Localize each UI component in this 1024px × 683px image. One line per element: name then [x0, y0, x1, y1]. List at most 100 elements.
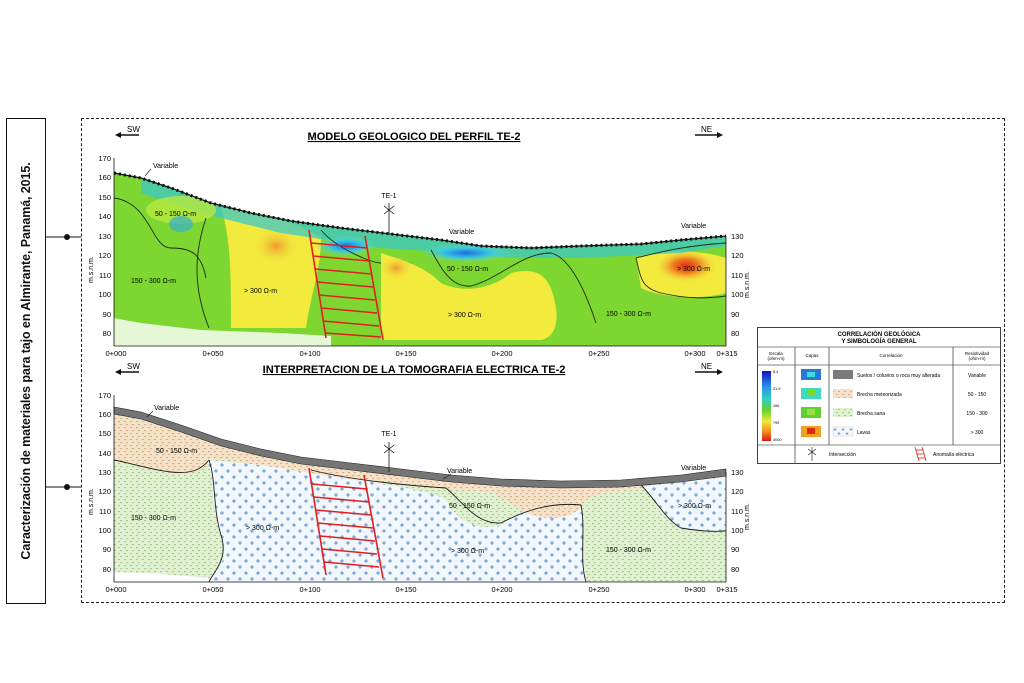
svg-text:110: 110 [99, 507, 111, 516]
svg-text:166: 166 [773, 404, 779, 408]
top-panel-title: MODELO GEOLOGICO DEL PERFIL TE-2 [308, 131, 521, 143]
legend-row-4-value: > 300 [971, 430, 984, 436]
ne-direction-arrow-bottom: NE [695, 362, 723, 375]
svg-text:0+250: 0+250 [588, 349, 609, 358]
svg-text:TE-1: TE-1 [381, 431, 396, 438]
svg-text:0+100: 0+100 [299, 585, 320, 594]
svg-text:799: 799 [773, 421, 779, 425]
svg-text:100: 100 [98, 526, 111, 535]
svg-text:130: 130 [98, 232, 111, 241]
label-r300-c-bottom: > 300 Ω-m [678, 503, 711, 510]
svg-text:100: 100 [731, 526, 744, 535]
svg-text:4000: 4000 [773, 438, 781, 442]
svg-text:90: 90 [103, 310, 111, 319]
label-r300-b: > 300 Ω-m [448, 312, 481, 319]
label-r300-c: > 300 Ω-m [677, 266, 710, 273]
legend-intersection-label: Intersección [829, 452, 856, 458]
legend-title-1: CORRELACIÓN GEOLÓGICA [837, 330, 921, 338]
svg-text:0+000: 0+000 [105, 349, 126, 358]
label-r300-b-bottom: > 300 Ω-m [451, 548, 484, 555]
legend-row-4-name: Lavas [857, 430, 871, 436]
sw-direction-arrow-bottom: SW [115, 362, 140, 375]
svg-text:0+150: 0+150 [395, 349, 416, 358]
svg-text:150: 150 [98, 429, 111, 438]
geologic-interpretation [114, 410, 726, 582]
legend-row-2-name: Brecha meteorizada [857, 392, 902, 398]
legend-row-1-name: Suelos / coluvios o roca muy alterada [857, 373, 940, 379]
tomography-model [114, 173, 726, 346]
svg-text:120: 120 [731, 487, 744, 496]
svg-text:170: 170 [98, 154, 111, 163]
svg-text:130: 130 [731, 468, 744, 477]
svg-text:130: 130 [731, 232, 744, 241]
svg-text:100: 100 [98, 290, 111, 299]
svg-text:SW: SW [127, 125, 140, 134]
svg-text:0+250: 0+250 [588, 585, 609, 594]
legend-breccia-sound-swatch [833, 408, 853, 417]
label-variable-1-bottom: Variable [154, 405, 179, 412]
top-x-axis: 0+000 0+050 0+100 0+150 0+200 0+250 0+30… [105, 345, 738, 358]
svg-text:0+050: 0+050 [202, 585, 223, 594]
legend-header-resistividad-unit: (ohm-m) [969, 356, 986, 361]
label-r50-150-b: 50 - 150 Ω-m [447, 266, 488, 273]
legend-row-2-value: 50 - 150 [968, 392, 987, 398]
svg-text:0+315: 0+315 [716, 585, 737, 594]
svg-text:0+000: 0+000 [105, 585, 126, 594]
label-variable-1: Variable [153, 163, 178, 170]
legend-row-1-value: Variable [968, 373, 986, 379]
svg-text:NE: NE [701, 125, 712, 134]
label-variable-2: Variable [449, 229, 474, 236]
top-y-axis-right: 130 120 110 100 90 80 [725, 232, 744, 346]
svg-text:110: 110 [731, 271, 743, 280]
label-variable-3-bottom: Variable [681, 465, 706, 472]
ne-direction-arrow: NE [695, 125, 723, 138]
legend-anomaly-label: Anomalía eléctrica [933, 452, 974, 458]
label-r150-300-right: 150 - 300 Ω-m [606, 311, 651, 318]
top-panel: MODELO GEOLOGICO DEL PERFIL TE-2 SW NE T… [88, 125, 751, 358]
top-y-axis-label: m.s.n.m. [88, 256, 95, 283]
svg-text:0+315: 0+315 [716, 349, 737, 358]
svg-text:120: 120 [98, 487, 111, 496]
svg-text:0+050: 0+050 [202, 349, 223, 358]
svg-text:NE: NE [701, 362, 712, 371]
label-r150-300-right-bottom: 150 - 300 Ω-m [606, 547, 651, 554]
svg-text:150: 150 [98, 193, 111, 202]
legend-box: CORRELACIÓN GEOLÓGICA Y SIMBOLOGÍA GENER… [757, 327, 1001, 464]
sw-direction-arrow: SW [115, 125, 140, 138]
label-r150-300-left-bottom: 150 - 300 Ω-m [131, 515, 176, 522]
svg-text:TE-1: TE-1 [381, 193, 396, 200]
legend-lava-swatch [832, 426, 854, 437]
svg-text:0+150: 0+150 [395, 585, 416, 594]
svg-text:SW: SW [127, 362, 140, 371]
svg-text:120: 120 [98, 251, 111, 260]
bottom-y-axis-label-right: m.s.n.m. [744, 503, 751, 530]
label-r50-150: 50 - 150 Ω-m [155, 211, 196, 218]
svg-text:80: 80 [103, 329, 111, 338]
bottom-panel: INTERPRETACION DE LA TOMOGRAFIA ELECTRIC… [88, 362, 751, 594]
label-r300-a-bottom: > 300 Ω-m [246, 525, 279, 532]
svg-text:110: 110 [99, 271, 111, 280]
label-variable-3: Variable [681, 223, 706, 230]
label-r150-300-left: 150 - 300 Ω-m [131, 278, 176, 285]
svg-text:80: 80 [731, 565, 739, 574]
legend-header-correlacion: Correlación [879, 353, 903, 358]
label-r50-150-bottom: 50 - 150 Ω-m [156, 448, 197, 455]
svg-text:160: 160 [98, 410, 111, 419]
svg-text:0+200: 0+200 [491, 585, 512, 594]
legend-breccia-weathered-swatch [833, 389, 853, 398]
svg-text:8.4: 8.4 [773, 370, 778, 374]
svg-text:90: 90 [103, 545, 111, 554]
bottom-x-axis: 0+000 0+050 0+100 0+150 0+200 0+250 0+30… [105, 581, 738, 594]
svg-text:120: 120 [731, 251, 744, 260]
svg-text:80: 80 [731, 329, 739, 338]
svg-text:80: 80 [103, 565, 111, 574]
legend-title-2: Y SIMBOLOGÍA GENERAL [841, 337, 916, 345]
svg-text:0+100: 0+100 [299, 349, 320, 358]
legend-row-3-name: Brecha sana [857, 411, 885, 417]
legend-header-capas: Capas [805, 353, 819, 358]
svg-text:160: 160 [98, 173, 111, 182]
svg-text:130: 130 [98, 468, 111, 477]
legend-header-escala-unit: (ohm-m) [768, 356, 785, 361]
legend-row-3-value: 150 - 300 [966, 411, 987, 417]
te1-intersection-icon-bottom: TE-1 [381, 431, 397, 472]
